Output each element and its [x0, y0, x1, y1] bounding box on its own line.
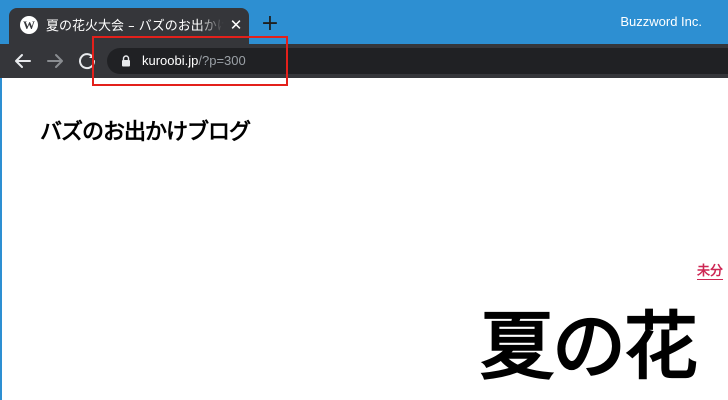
window-title: Buzzword Inc.	[620, 14, 702, 29]
close-icon[interactable]: ✕	[227, 16, 245, 34]
tab-title: 夏の花火大会 – バズのお出かけブログ	[46, 19, 224, 34]
back-button[interactable]	[11, 49, 35, 73]
url-highlight-box	[92, 36, 288, 86]
forward-button[interactable]	[43, 49, 67, 73]
web-page: バズのお出かけブログ 未分 夏の花	[0, 78, 728, 400]
browser-window: W 夏の花火大会 – バズのお出かけブログ ✕ + Buzzword Inc.	[0, 0, 728, 400]
window-border	[0, 78, 2, 400]
arrow-left-icon	[15, 54, 31, 68]
arrow-right-icon	[47, 54, 63, 68]
category-link[interactable]: 未分	[697, 260, 723, 279]
post-title: 夏の花	[480, 304, 698, 390]
wordpress-icon: W	[20, 16, 38, 34]
new-tab-button[interactable]: +	[259, 13, 281, 35]
site-title[interactable]: バズのお出かけブログ	[40, 114, 251, 146]
